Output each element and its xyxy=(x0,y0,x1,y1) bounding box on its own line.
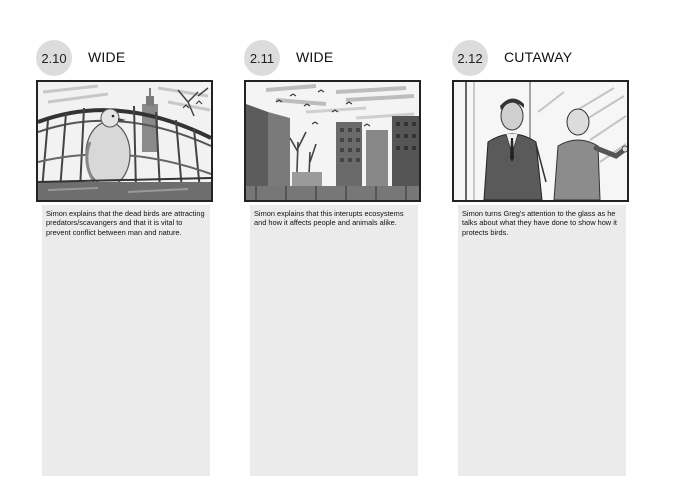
storyboard-panel-2-11: 2.11 WIDE Simon explains that this inter… xyxy=(244,0,434,481)
panel-number-badge: 2.12 xyxy=(452,40,488,76)
pigeon-on-railing-sketch xyxy=(38,82,211,200)
storyboard-panel-2-10: 2.10 WIDE Simon explains that the dead b… xyxy=(36,0,226,481)
description-text: Simon explains that this interupts ecosy… xyxy=(254,209,404,228)
panel-number: 2.12 xyxy=(457,50,483,66)
city-skyline-birds-sketch xyxy=(246,82,419,200)
shot-type-label: WIDE xyxy=(296,49,334,65)
description-box: Simon explains that the dead birds are a… xyxy=(42,205,210,476)
panel-number: 2.11 xyxy=(249,50,275,66)
storyboard-frame xyxy=(36,80,213,202)
panel-number-badge: 2.11 xyxy=(244,40,280,76)
storyboard-frame xyxy=(452,80,629,202)
shot-type-label: WIDE xyxy=(88,49,126,65)
description-text: Simon explains that the dead birds are a… xyxy=(46,209,205,237)
two-men-at-glass-sketch xyxy=(454,82,627,200)
description-box: Simon turns Greg's attention to the glas… xyxy=(458,205,626,476)
panel-number: 2.10 xyxy=(41,50,67,66)
storyboard-panel-2-12: 2.12 CUTAWAY Simon turns Greg's attentio… xyxy=(452,0,642,481)
shot-type-label: CUTAWAY xyxy=(504,49,573,65)
panel-number-badge: 2.10 xyxy=(36,40,72,76)
description-text: Simon turns Greg's attention to the glas… xyxy=(462,209,617,237)
storyboard-frame xyxy=(244,80,421,202)
description-box: Simon explains that this interupts ecosy… xyxy=(250,205,418,476)
